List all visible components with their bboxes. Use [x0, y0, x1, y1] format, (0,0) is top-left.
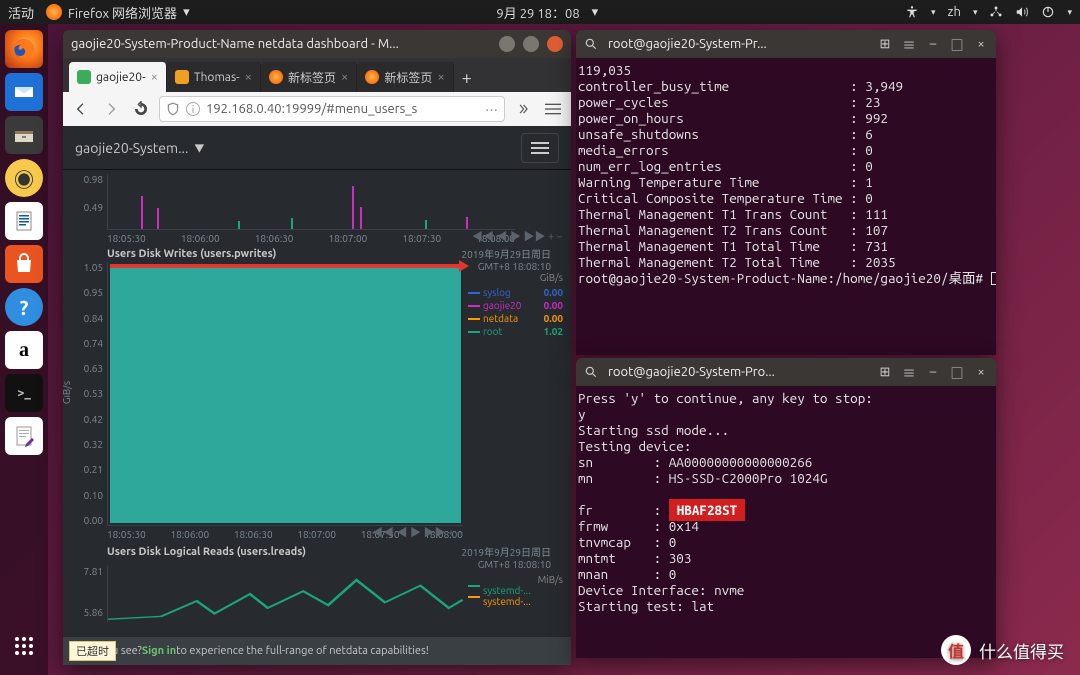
launcher-firefox[interactable] — [5, 30, 43, 68]
tab-strip: gaojie20- × Thomas- × 新标签页 × 新标签页 × + — [63, 58, 571, 92]
url-text: 192.168.0.40:19999/#menu_users_s — [206, 102, 479, 116]
tab-close-icon[interactable]: × — [245, 70, 252, 84]
chevron-down-icon: ▾ — [183, 5, 190, 20]
launcher-files[interactable] — [5, 116, 43, 154]
url-bar[interactable]: i 192.168.0.40:19999/#menu_users_s ⋯ — [159, 96, 505, 122]
chevron-down-icon: ▾ — [973, 7, 978, 18]
tab-newtab-1[interactable]: 新标签页 × — [261, 62, 357, 92]
window-maximize[interactable]: □ — [950, 363, 964, 382]
back-button[interactable] — [69, 97, 93, 121]
launcher-thunderbird[interactable] — [5, 73, 43, 111]
watermark: 值 什么值得买 — [941, 635, 1064, 665]
cursor — [991, 272, 996, 285]
reload-button[interactable] — [129, 97, 153, 121]
terminal-window-1: root@gaojie20-System-Pr... ⊞ ≡ – □ × 119… — [576, 30, 996, 355]
window-titlebar[interactable]: gaojie20-System-Product-Name netdata das… — [63, 30, 571, 58]
tab-thomas[interactable]: Thomas- × — [167, 62, 261, 92]
annotation-arrow — [110, 264, 461, 268]
tab-favicon-icon — [365, 70, 379, 84]
chevron-down-icon: ▾ — [1067, 7, 1072, 18]
tab-newtab-2[interactable]: 新标签页 × — [357, 62, 453, 92]
menu-icon[interactable]: ≡ — [902, 35, 916, 54]
window-close[interactable] — [547, 36, 563, 52]
launcher-dock: ◉ ? a >_ — [0, 24, 48, 675]
url-more-icon[interactable]: ⋯ — [485, 100, 498, 119]
tab-close-icon[interactable]: × — [341, 70, 348, 84]
launcher-terminal[interactable]: >_ — [5, 374, 43, 412]
new-tab-icon[interactable]: ⊞ — [878, 37, 892, 52]
search-icon[interactable] — [584, 37, 598, 51]
clock[interactable]: 9月 29 18：08 — [496, 3, 579, 22]
chart-controls[interactable]: ◀◀ ◀ ▶ ▶▶ + − — [472, 228, 563, 244]
window-maximize[interactable] — [523, 36, 539, 52]
shield-icon — [166, 102, 180, 116]
watermark-badge: 值 — [941, 635, 971, 665]
firefox-window: gaojie20-System-Product-Name netdata das… — [63, 30, 571, 665]
tab-netdata[interactable]: gaojie20- × — [69, 62, 167, 92]
window-minimize[interactable]: – — [926, 365, 940, 379]
launcher-software[interactable] — [5, 245, 43, 283]
menu-icon[interactable]: ≡ — [902, 363, 916, 382]
window-close[interactable]: × — [974, 37, 988, 51]
input-method[interactable]: zh — [948, 5, 961, 19]
tab-close-icon[interactable]: × — [437, 70, 444, 84]
tab-close-icon[interactable]: × — [151, 70, 158, 84]
writes-chart[interactable]: GiB/s 1.05 0.95 0.84 0.74 0.63 0.53 0.42… — [107, 262, 563, 540]
window-maximize[interactable]: □ — [950, 35, 964, 54]
power-icon[interactable] — [1041, 5, 1055, 19]
info-icon[interactable]: i — [186, 102, 200, 116]
signin-banner[interactable]: what you see? Sign in to experience the … — [63, 637, 571, 665]
page-content: gaojie20-System... ▼ 0.98 0.49 — [63, 126, 571, 665]
tab-favicon-icon — [269, 70, 283, 84]
terminal-titlebar[interactable]: root@gaojie20-System-Pr... ⊞ ≡ – □ × — [576, 30, 996, 58]
volume-icon[interactable] — [1015, 5, 1029, 19]
window-minimize[interactable] — [499, 36, 515, 52]
launcher-writer[interactable] — [5, 202, 43, 240]
accessibility-icon[interactable] — [905, 5, 919, 19]
firefox-icon — [46, 4, 62, 20]
new-tab-icon[interactable]: ⊞ — [878, 365, 892, 380]
window-minimize[interactable]: – — [926, 37, 940, 51]
chart-legend: GiB/s syslog0.00 gaojie200.00 netdata0.0… — [468, 272, 563, 338]
launcher-help[interactable]: ? — [5, 288, 43, 326]
terminal-output[interactable]: 119,035 controller_busy_time : 3,949 pow… — [576, 58, 996, 355]
tab-favicon-icon — [175, 70, 189, 84]
search-icon[interactable] — [584, 365, 598, 379]
chart-plot — [107, 262, 463, 526]
network-icon[interactable] — [989, 5, 1003, 19]
app-menu[interactable]: Firefox 网络浏览器 ▾ — [46, 3, 190, 22]
signin-link[interactable]: Sign in — [142, 645, 176, 657]
launcher-rhythmbox[interactable]: ◉ — [5, 159, 43, 197]
launcher-amazon[interactable]: a — [5, 331, 43, 369]
gnome-topbar: 活动 Firefox 网络浏览器 ▾ 9月 29 18：08 ▾ ▾ zh ▾ … — [0, 0, 1080, 24]
terminal-window-2: root@gaojie20-System-Pro... ⊞ ≡ – □ × Pr… — [576, 358, 996, 658]
chart-controls[interactable]: ◀◀ ◀ ▶ ▶▶ + − — [372, 524, 463, 540]
app-menu-button[interactable] — [541, 97, 565, 121]
netdata-hostname[interactable]: gaojie20-System... — [75, 140, 188, 156]
terminal-output[interactable]: Press 'y' to continue, any key to stop: … — [576, 386, 996, 658]
netdata-header: gaojie20-System... ▼ — [63, 126, 571, 170]
charts-area: 0.98 0.49 18:05:30 18:06:00 — [63, 170, 571, 626]
window-close[interactable]: × — [974, 365, 988, 379]
mini-chart[interactable]: 0.98 0.49 18:05:30 18:06:00 — [107, 174, 563, 242]
forward-button[interactable] — [99, 97, 123, 121]
timeout-toast: 已超时 — [69, 641, 116, 661]
launcher-text-editor[interactable] — [5, 417, 43, 455]
chevron-down-icon: ▾ — [931, 7, 936, 18]
new-tab-button[interactable]: + — [454, 64, 480, 92]
navigation-toolbar: i 192.168.0.40:19999/#menu_users_s ⋯ — [63, 92, 571, 126]
menu-toggle[interactable] — [521, 133, 559, 163]
reads-chart[interactable]: 7.81 5.86 MiB/s systemd-... systemd-... — [107, 566, 563, 622]
terminal-titlebar[interactable]: root@gaojie20-System-Pro... ⊞ ≡ – □ × — [576, 358, 996, 386]
chevron-down-icon: ▼ — [194, 140, 204, 155]
activities-button[interactable]: 活动 — [8, 3, 34, 22]
overflow-button[interactable] — [511, 97, 535, 121]
tab-favicon-icon — [77, 70, 91, 84]
window-title: gaojie20-System-Product-Name netdata das… — [71, 37, 491, 51]
dropdown-icon: ▾ — [592, 5, 599, 20]
show-applications[interactable] — [5, 627, 43, 665]
